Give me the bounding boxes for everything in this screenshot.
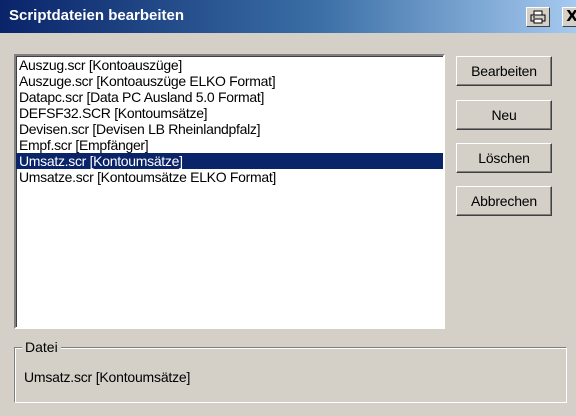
close-button[interactable]: X (562, 7, 576, 27)
printer-icon (530, 10, 546, 24)
delete-button[interactable]: Löschen (456, 143, 552, 173)
title-bar: Scriptdateien bearbeiten X (0, 0, 576, 33)
list-item[interactable]: Auszug.scr [Kontoauszüge] (16, 57, 443, 73)
script-file-list-items: Auszug.scr [Kontoauszüge] Auszuge.scr [Ko… (16, 56, 443, 185)
list-item[interactable]: Empf.scr [Empfänger] (16, 137, 443, 153)
list-item[interactable]: Datapc.scr [Data PC Ausland 5.0 Format] (16, 89, 443, 105)
edit-button[interactable]: Bearbeiten (456, 56, 552, 86)
list-item[interactable]: Umsatz.scr [Kontoumsätze] (16, 153, 443, 169)
new-button[interactable]: Neu (456, 100, 552, 130)
list-item[interactable]: Auszuge.scr [Kontoauszüge ELKO Format] (16, 73, 443, 89)
file-groupbox-label: Datei (22, 338, 61, 356)
window-title: Scriptdateien bearbeiten (9, 7, 185, 24)
print-button[interactable] (526, 7, 550, 27)
script-file-list[interactable]: Auszug.scr [Kontoauszüge] Auszuge.scr [Ko… (14, 54, 445, 329)
cancel-button[interactable]: Abbrechen (456, 186, 552, 216)
list-item[interactable]: DEFSF32.SCR [Kontoumsätze] (16, 105, 443, 121)
selected-file-name: Umsatz.scr [Kontoumsätze] (24, 369, 191, 385)
list-item[interactable]: Devisen.scr [Devisen LB Rheinlandpfalz] (16, 121, 443, 137)
close-icon: X (566, 7, 576, 25)
dialog-window: Scriptdateien bearbeiten X Auszug.scr [K… (0, 0, 576, 416)
list-item[interactable]: Umsatze.scr [Kontoumsätze ELKO Format] (16, 169, 443, 185)
